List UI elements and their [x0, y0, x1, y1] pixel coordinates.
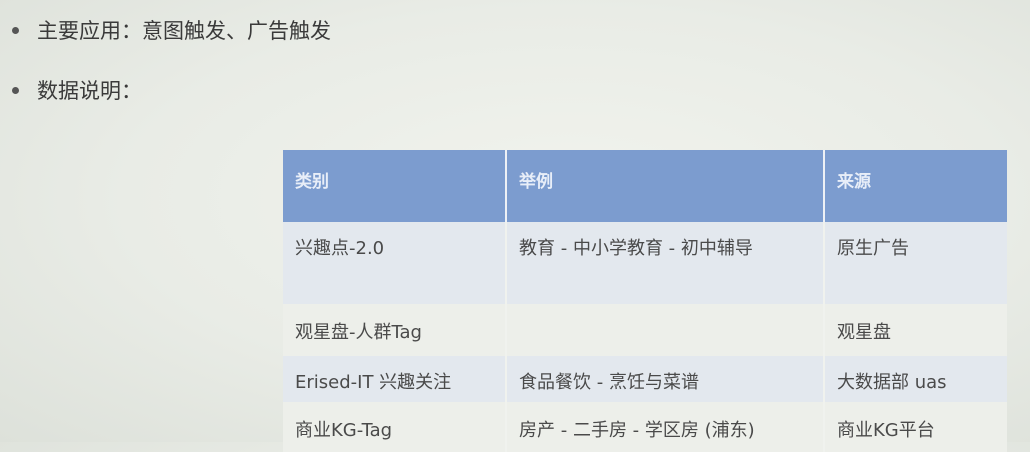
cell-source: 原生广告: [824, 222, 1007, 304]
cell-source: 观星盘: [824, 304, 1007, 356]
header-source: 来源: [824, 150, 1007, 222]
table-header-row: 类别 举例 来源: [283, 150, 1007, 222]
header-category: 类别: [283, 150, 507, 222]
table-row: 商业KG-Tag 房产 - 二手房 - 学区房 (浦东) 商业KG平台: [283, 402, 1007, 452]
cell-category: 观星盘-人群Tag: [283, 304, 507, 356]
data-table-container: 类别 举例 来源 兴趣点-2.0 教育 - 中小学教育 - 初中辅导 原生广告 …: [283, 150, 1007, 452]
cell-source: 大数据部 uas: [824, 356, 1007, 402]
bullet-dot-icon: [12, 26, 19, 34]
data-table: 类别 举例 来源 兴趣点-2.0 教育 - 中小学教育 - 初中辅导 原生广告 …: [283, 150, 1007, 452]
bullet-text: 主要应用：意图触发、广告触发: [37, 19, 331, 43]
header-example: 举例: [506, 150, 825, 222]
cell-example: 房产 - 二手房 - 学区房 (浦东): [506, 402, 825, 452]
table-row: Erised-IT 兴趣关注 食品餐饮 - 烹饪与菜谱 大数据部 uas: [283, 356, 1007, 402]
bullet-text: 数据说明：: [37, 79, 142, 103]
bullet-item-data-description: 数据说明：: [12, 75, 142, 105]
cell-source: 商业KG平台: [824, 402, 1007, 452]
cell-example: 教育 - 中小学教育 - 初中辅导: [506, 222, 825, 304]
cell-category: 兴趣点-2.0: [283, 222, 507, 304]
bullet-item-main-application: 主要应用：意图触发、广告触发: [12, 15, 331, 45]
table-row: 观星盘-人群Tag 观星盘: [283, 304, 1007, 356]
table-row: 兴趣点-2.0 教育 - 中小学教育 - 初中辅导 原生广告: [283, 222, 1007, 304]
cell-example: 食品餐饮 - 烹饪与菜谱: [506, 356, 825, 402]
cell-category: Erised-IT 兴趣关注: [283, 356, 507, 402]
cell-category: 商业KG-Tag: [283, 402, 507, 452]
bullet-dot-icon: [12, 86, 19, 94]
cell-example: [506, 304, 825, 356]
